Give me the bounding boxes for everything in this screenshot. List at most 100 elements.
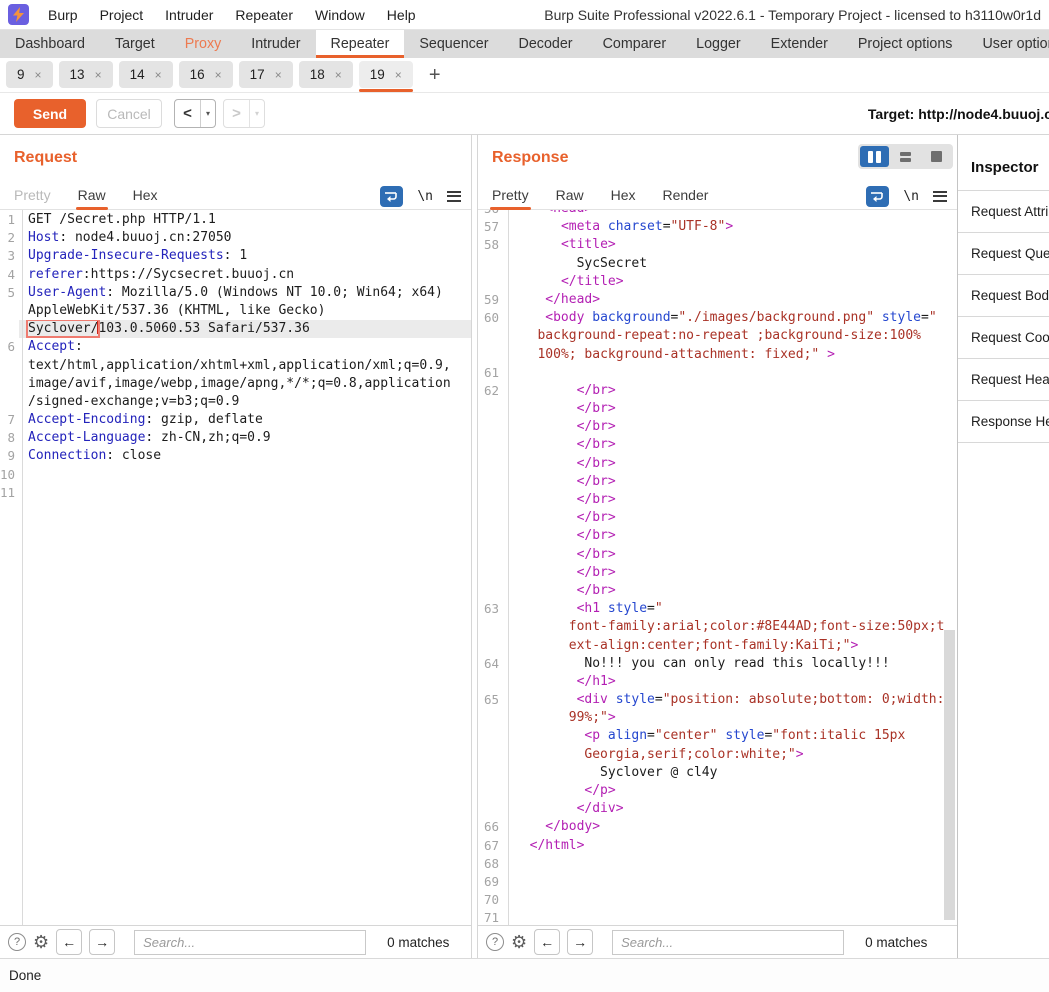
columns-layout-icon[interactable] (860, 146, 889, 167)
next-match-button[interactable]: → (89, 929, 115, 955)
main-tab-decoder[interactable]: Decoder (504, 30, 588, 58)
menu-item-window[interactable]: Window (304, 7, 376, 23)
code-segment: style (882, 310, 921, 325)
inspector-section-request-cookies[interactable]: Request Cookies (958, 317, 1049, 359)
repeater-tab-14[interactable]: 14× (119, 61, 173, 88)
help-icon[interactable]: ? (486, 933, 504, 951)
main-tab-repeater[interactable]: Repeater (316, 30, 405, 58)
response-tab-raw[interactable]: Raw (556, 182, 584, 210)
menu-item-intruder[interactable]: Intruder (154, 7, 224, 23)
code-row: 67</html> (478, 837, 957, 855)
menu-item-repeater[interactable]: Repeater (224, 7, 304, 23)
inspector-section-request-headers[interactable]: Request Headers (958, 359, 1049, 401)
request-editor[interactable]: 1GET /Secret.php HTTP/1.12Host: node4.bu… (0, 210, 471, 925)
main-tab-proxy[interactable]: Proxy (170, 30, 237, 58)
request-tab-raw[interactable]: Raw (78, 182, 106, 210)
inspector-section-request-body-parameters[interactable]: Request Body Parameters (958, 275, 1049, 317)
main-tab-project-options[interactable]: Project options (843, 30, 968, 58)
code-text: Syclover @ cl4y (505, 764, 957, 782)
close-tab-icon[interactable]: × (275, 68, 282, 82)
main-tab-comparer[interactable]: Comparer (588, 30, 682, 58)
prev-match-button[interactable]: ← (534, 929, 560, 955)
code-segment: <head> (545, 210, 592, 216)
word-wrap-icon[interactable] (380, 186, 403, 207)
next-match-button[interactable]: → (567, 929, 593, 955)
response-tab-hex[interactable]: Hex (611, 182, 636, 210)
inspector-section-request-attributes[interactable]: Request Attributes (958, 191, 1049, 233)
prev-match-button[interactable]: ← (56, 929, 82, 955)
match-count: 0 matches (387, 935, 449, 950)
gear-icon[interactable]: ⚙ (511, 933, 527, 951)
code-segment: 103.0.5060.53 Safari/537.36 (98, 321, 309, 336)
menu-item-project[interactable]: Project (89, 7, 155, 23)
history-forward-button[interactable]: > ▾ (223, 99, 265, 128)
response-editor[interactable]: 56<head>57<meta charset="UTF-8">58<title… (478, 210, 957, 925)
main-tab-extender[interactable]: Extender (756, 30, 843, 58)
line-number: 61 (478, 364, 505, 382)
code-segment: style (608, 601, 647, 616)
line-number (478, 491, 505, 509)
menu-item-help[interactable]: Help (376, 7, 427, 23)
repeater-tab-19[interactable]: 19× (359, 61, 413, 88)
code-segment: text/html,application/xhtml+xml,applicat… (28, 358, 451, 373)
menu-hamburger-icon[interactable] (933, 191, 947, 202)
cancel-button[interactable]: Cancel (96, 99, 162, 128)
request-tab-pretty[interactable]: Pretty (14, 182, 51, 210)
line-number: 2 (0, 229, 19, 247)
show-newlines-icon[interactable]: \n (417, 189, 433, 204)
help-icon[interactable]: ? (8, 933, 26, 951)
show-newlines-icon[interactable]: \n (903, 189, 919, 204)
line-number: 8 (0, 429, 19, 447)
forward-dropdown-icon[interactable]: ▾ (249, 100, 264, 127)
repeater-tab-17[interactable]: 17× (239, 61, 293, 88)
code-row: Georgia,serif;color:white;"> (478, 746, 957, 764)
repeater-tab-13[interactable]: 13× (59, 61, 113, 88)
code-segment: Georgia,serif;color:white;" (584, 747, 795, 762)
main-tab-user-options[interactable]: User options (967, 30, 1049, 58)
main-tab-dashboard[interactable]: Dashboard (0, 30, 100, 58)
repeater-tab-16[interactable]: 16× (179, 61, 233, 88)
inspector-section-request-query-parameters[interactable]: Request Query Parameters (958, 233, 1049, 275)
gear-icon[interactable]: ⚙ (33, 933, 49, 951)
code-row: 60<body background="./images/background.… (478, 309, 957, 327)
code-segment: = (921, 310, 929, 325)
search-input[interactable] (612, 930, 844, 955)
code-row: /signed-exchange;v=b3;q=0.9 (0, 393, 471, 411)
response-tab-render[interactable]: Render (663, 182, 709, 210)
code-segment: <body (545, 310, 592, 325)
line-number: 1 (0, 211, 19, 229)
layout-toggle (858, 144, 953, 169)
back-dropdown-icon[interactable]: ▾ (200, 100, 215, 127)
code-segment: > (796, 747, 804, 762)
main-tab-sequencer[interactable]: Sequencer (404, 30, 503, 58)
response-tab-pretty[interactable]: Pretty (492, 182, 529, 210)
inspector-section-response-headers[interactable]: Response Headers (958, 401, 1049, 443)
menu-item-burp[interactable]: Burp (37, 7, 89, 23)
request-view-tabs: Pretty Raw Hex \n (0, 182, 471, 210)
close-tab-icon[interactable]: × (35, 68, 42, 82)
send-button[interactable]: Send (14, 99, 86, 128)
close-tab-icon[interactable]: × (215, 68, 222, 82)
line-number: 71 (478, 909, 505, 925)
single-layout-icon[interactable] (922, 146, 951, 167)
main-tab-logger[interactable]: Logger (681, 30, 756, 58)
repeater-tab-18[interactable]: 18× (299, 61, 353, 88)
history-back-button[interactable]: < ▾ (174, 99, 216, 128)
scrollbar-thumb[interactable] (944, 630, 955, 920)
close-tab-icon[interactable]: × (335, 68, 342, 82)
close-tab-icon[interactable]: × (395, 68, 402, 82)
search-input[interactable] (134, 930, 366, 955)
code-segment: 100%; background-attachment: fixed;" (537, 347, 827, 362)
code-row: </br> (478, 582, 957, 600)
close-tab-icon[interactable]: × (95, 68, 102, 82)
close-tab-icon[interactable]: × (155, 68, 162, 82)
menu-hamburger-icon[interactable] (447, 191, 461, 202)
main-tab-intruder[interactable]: Intruder (236, 30, 315, 58)
main-tab-target[interactable]: Target (100, 30, 170, 58)
request-tab-hex[interactable]: Hex (133, 182, 158, 210)
repeater-tab-9[interactable]: 9× (6, 61, 53, 88)
word-wrap-icon[interactable] (866, 186, 889, 207)
code-segment: align (608, 728, 647, 743)
rows-layout-icon[interactable] (891, 146, 920, 167)
add-tab-button[interactable]: + (419, 61, 451, 89)
